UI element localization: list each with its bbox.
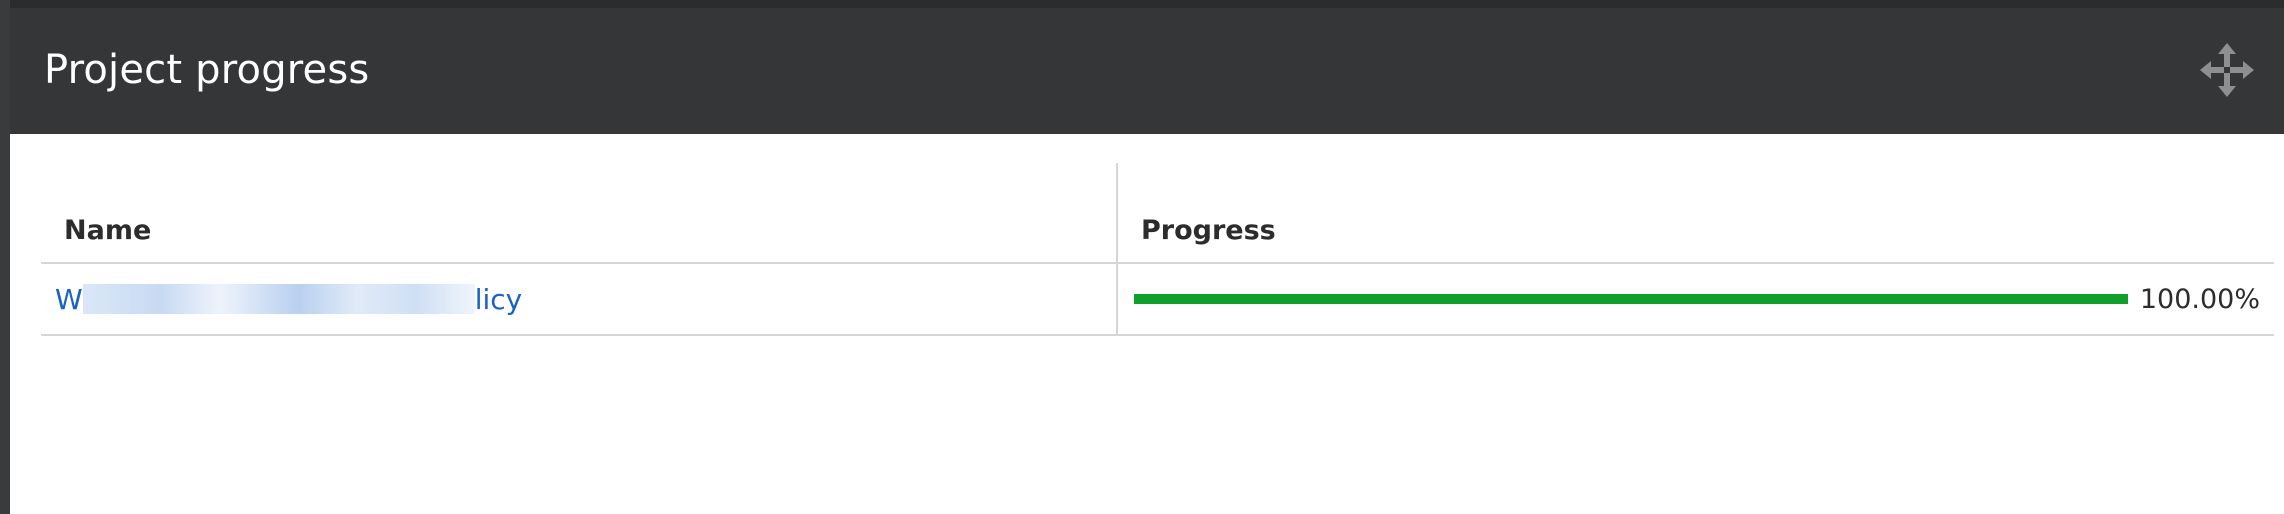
project-name-start: W <box>55 282 83 316</box>
window-frame: Project progress Name Progress W licy 10… <box>0 0 2284 514</box>
progress-bar-fill <box>1134 294 2128 304</box>
left-border <box>0 0 10 514</box>
top-border <box>0 0 2284 8</box>
redacted-text <box>82 283 475 314</box>
move-arrows-icon[interactable] <box>2198 41 2256 99</box>
progress-bar <box>1134 294 2128 304</box>
column-header-name[interactable]: Name <box>41 163 1118 264</box>
panel-header: Project progress <box>10 8 2284 134</box>
project-progress-panel: Project progress Name Progress W licy 10… <box>10 8 2284 514</box>
progress-cell: 100.00% <box>1117 263 2274 336</box>
table-row: Wlicy 100.00% <box>41 263 2274 336</box>
progress-table: Name Progress Wlicy 100.00% <box>41 163 2274 336</box>
name-cell: Wlicy <box>41 263 1118 336</box>
project-name-end: licy <box>474 282 523 316</box>
table-header-row: Name Progress <box>41 163 2274 264</box>
column-header-progress[interactable]: Progress <box>1117 163 2274 264</box>
progress-percent: 100.00% <box>2139 283 2260 315</box>
project-name-link[interactable]: Wlicy <box>55 283 522 316</box>
panel-title: Project progress <box>44 47 370 93</box>
